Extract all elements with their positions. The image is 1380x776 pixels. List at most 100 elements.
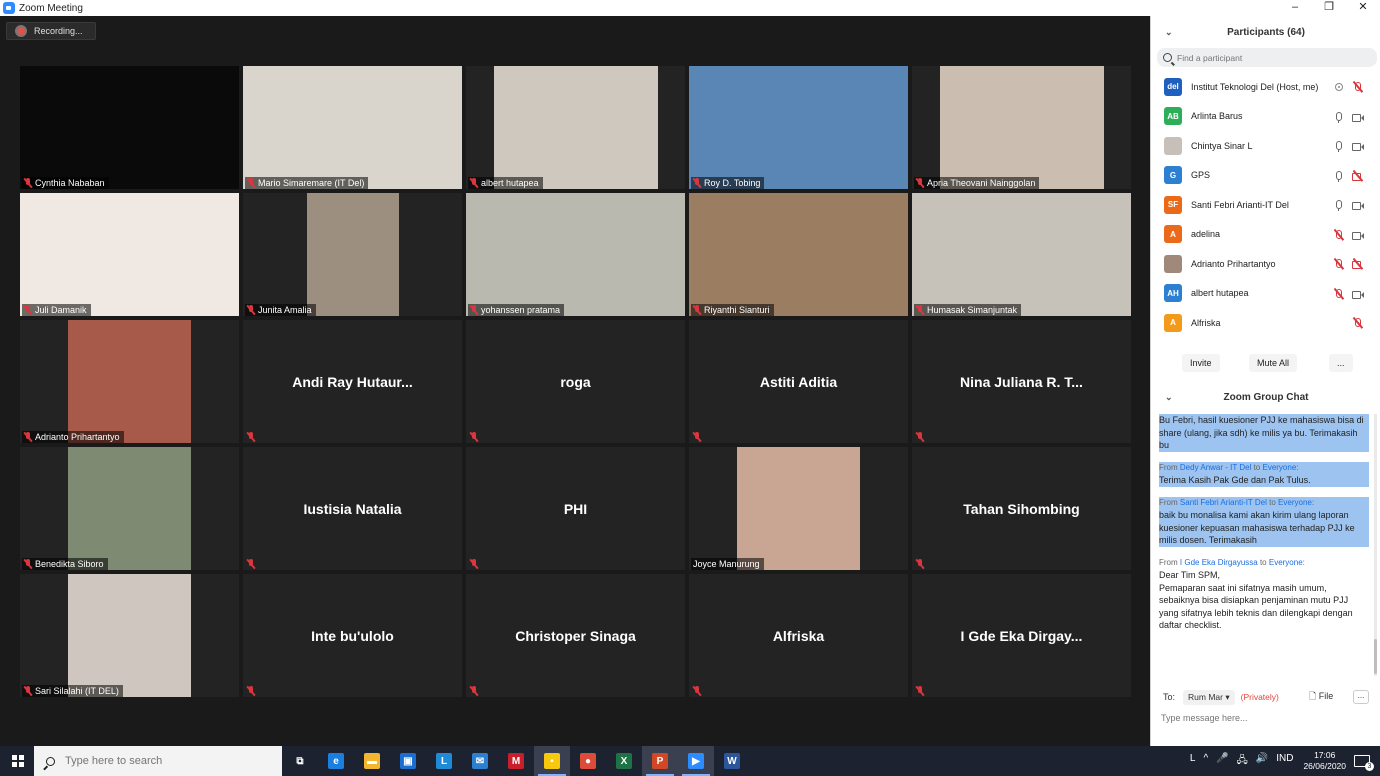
taskbar-app[interactable]: ▶ bbox=[678, 746, 714, 776]
taskbar-app[interactable]: M bbox=[498, 746, 534, 776]
video-tile[interactable]: Juli Damanik bbox=[20, 193, 239, 316]
participant-search-input[interactable] bbox=[1177, 52, 1367, 63]
video-tile[interactable]: albert hutapea bbox=[466, 66, 685, 189]
more-options-button[interactable]: ... bbox=[1329, 354, 1353, 372]
participant-row[interactable]: Adrianto Prihartantyo bbox=[1151, 249, 1373, 278]
host-icon[interactable] bbox=[1332, 81, 1346, 93]
microphone-icon[interactable]: 🎤 bbox=[1216, 753, 1228, 770]
input-language-indicator[interactable]: IND bbox=[1276, 753, 1293, 770]
camera-icon[interactable] bbox=[1351, 288, 1365, 300]
video-tile[interactable]: Astiti Aditia bbox=[689, 320, 908, 443]
recording-indicator[interactable]: Recording... bbox=[6, 22, 96, 40]
video-tile[interactable]: I Gde Eka Dirgay... bbox=[912, 574, 1131, 697]
mute-all-button[interactable]: Mute All bbox=[1249, 354, 1298, 372]
mic-icon[interactable] bbox=[1332, 170, 1346, 182]
taskbar-app[interactable]: W bbox=[714, 746, 750, 776]
edge-icon: e bbox=[328, 753, 344, 769]
invite-button[interactable]: Invite bbox=[1182, 354, 1220, 372]
participant-row[interactable]: SF Santi Febri Arianti-IT Del bbox=[1151, 190, 1373, 219]
mic-muted-icon bbox=[247, 432, 255, 442]
video-tile[interactable]: Adrianto Prihartantyo bbox=[20, 320, 239, 443]
taskbar-app[interactable]: e bbox=[318, 746, 354, 776]
video-tile[interactable]: Cynthia Nababan bbox=[20, 66, 239, 189]
tile-nameplate: albert hutapea bbox=[468, 177, 543, 189]
file-button[interactable]: 🗋 File bbox=[1309, 689, 1333, 705]
mic-muted-icon bbox=[470, 178, 478, 188]
video-tile[interactable]: Mario Simaremare (IT Del) bbox=[243, 66, 462, 189]
camera-off-icon[interactable] bbox=[1351, 170, 1365, 182]
notification-icon[interactable]: 3 bbox=[1354, 755, 1374, 771]
windows-start-icon[interactable] bbox=[0, 746, 34, 776]
taskbar-app[interactable]: ⧉ bbox=[282, 746, 318, 776]
camera-icon[interactable] bbox=[1351, 140, 1365, 152]
participant-video bbox=[68, 574, 191, 697]
mic-icon[interactable] bbox=[1332, 199, 1346, 211]
taskbar-app[interactable]: ● bbox=[570, 746, 606, 776]
video-tile[interactable]: Nina Juliana R. T... bbox=[912, 320, 1131, 443]
chat-message-input[interactable] bbox=[1161, 710, 1371, 726]
mic-muted-icon[interactable] bbox=[1332, 229, 1346, 241]
camera-icon[interactable] bbox=[1351, 229, 1365, 241]
camera-off-icon[interactable] bbox=[1351, 258, 1365, 270]
chevron-down-icon[interactable]: ⌄ bbox=[1165, 27, 1173, 38]
video-tile[interactable]: Andi Ray Hutaur... bbox=[243, 320, 462, 443]
maximize-button[interactable]: ❐ bbox=[1312, 0, 1346, 16]
video-tile[interactable]: Christoper Sinaga bbox=[466, 574, 685, 697]
video-tile[interactable]: Riyanthi Sianturi bbox=[689, 193, 908, 316]
camera-icon[interactable] bbox=[1351, 199, 1365, 211]
participant-row[interactable]: Chintya Sinar L bbox=[1151, 131, 1373, 160]
video-tile[interactable]: Junita Amalia bbox=[243, 193, 462, 316]
video-tile[interactable]: Roy D. Tobing bbox=[689, 66, 908, 189]
network-icon[interactable]: 🖧 bbox=[1237, 753, 1248, 770]
video-tile[interactable]: yohanssen pratama bbox=[466, 193, 685, 316]
video-tile[interactable]: Inte bu'ulolo bbox=[243, 574, 462, 697]
chat-message-text: Terima Kasih Pak Gde dan Pak Tulus. bbox=[1159, 474, 1369, 487]
taskbar-app[interactable]: ▬ bbox=[354, 746, 390, 776]
video-tile[interactable]: Alfriska bbox=[689, 574, 908, 697]
mic-muted-icon[interactable] bbox=[1332, 288, 1346, 300]
participant-row[interactable]: AH albert hutapea bbox=[1151, 279, 1373, 308]
taskbar-app[interactable]: ▪ bbox=[534, 746, 570, 776]
taskbar-app[interactable]: P bbox=[642, 746, 678, 776]
clock[interactable]: 17:06 26/06/2020 bbox=[1303, 750, 1346, 772]
taskbar-search-input[interactable] bbox=[65, 755, 265, 767]
mic-muted-icon[interactable] bbox=[1351, 317, 1365, 329]
chat-more-button[interactable]: ... bbox=[1353, 690, 1369, 704]
mic-icon[interactable] bbox=[1332, 140, 1346, 152]
minimize-button[interactable]: – bbox=[1278, 0, 1312, 16]
participant-row[interactable]: Aadelina bbox=[1151, 220, 1373, 249]
video-tile[interactable]: Humasak Simanjuntak bbox=[912, 193, 1131, 316]
chevron-down-icon[interactable]: ⌄ bbox=[1165, 392, 1173, 403]
tile-participant-name: Apria Theovani Nainggolan bbox=[927, 178, 1036, 188]
mic-icon[interactable] bbox=[1332, 111, 1346, 123]
mic-muted-icon bbox=[470, 305, 478, 315]
video-tile[interactable]: Sari Silalahi (IT DEL) bbox=[20, 574, 239, 697]
show-hidden-icons-icon[interactable]: ^ bbox=[1203, 753, 1208, 770]
video-tile[interactable]: Tahan Sihombing bbox=[912, 447, 1131, 570]
volume-icon[interactable]: 🔊 bbox=[1256, 753, 1268, 770]
camera-icon[interactable] bbox=[1351, 111, 1365, 123]
taskbar-app[interactable]: L bbox=[426, 746, 462, 776]
l-app-tray-icon[interactable]: L bbox=[1190, 753, 1196, 770]
participant-row[interactable]: A Alfriska bbox=[1151, 308, 1373, 337]
taskbar-app[interactable]: X bbox=[606, 746, 642, 776]
video-tile[interactable]: Benedikta Siboro bbox=[20, 447, 239, 570]
chat-scrollbar[interactable] bbox=[1374, 414, 1377, 676]
participant-search[interactable] bbox=[1157, 48, 1377, 67]
mic-muted-icon[interactable] bbox=[1332, 258, 1346, 270]
close-button[interactable]: ✕ bbox=[1346, 0, 1380, 16]
recipient-select[interactable]: Rum Mar ▾ bbox=[1183, 689, 1235, 705]
participant-row[interactable]: AB Arlinta Barus bbox=[1151, 102, 1373, 131]
video-tile[interactable]: Apria Theovani Nainggolan bbox=[912, 66, 1131, 189]
video-tile[interactable]: PHI bbox=[466, 447, 685, 570]
video-tile[interactable]: Joyce Manurung bbox=[689, 447, 908, 570]
taskbar-app[interactable]: ✉ bbox=[462, 746, 498, 776]
participant-row[interactable]: G GPS bbox=[1151, 161, 1373, 190]
taskbar-app[interactable]: ▣ bbox=[390, 746, 426, 776]
video-tile[interactable]: Iustisia Natalia bbox=[243, 447, 462, 570]
participant-row[interactable]: del Institut Teknologi Del (Host, me) bbox=[1151, 72, 1373, 101]
taskbar-search[interactable] bbox=[34, 746, 282, 776]
mic-muted-icon[interactable] bbox=[1351, 81, 1365, 93]
scrollbar-thumb[interactable] bbox=[1374, 639, 1377, 674]
video-tile[interactable]: roga bbox=[466, 320, 685, 443]
